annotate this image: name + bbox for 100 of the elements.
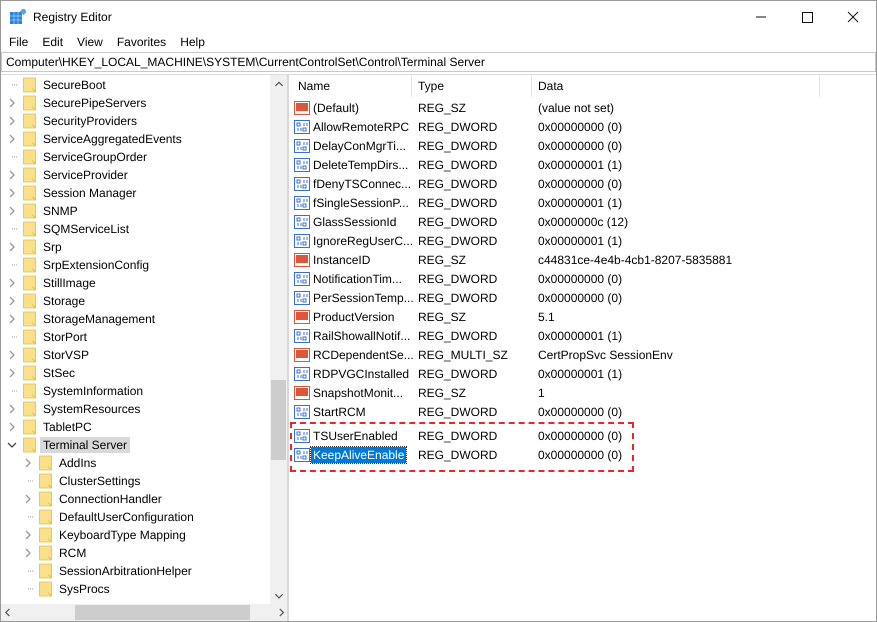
value-name[interactable]: AllowRemoteRPC — [311, 118, 412, 134]
value-name[interactable]: fSingleSessionP... — [311, 194, 411, 210]
value-data: 0x00000000 (0) — [537, 290, 622, 304]
tree-item[interactable]: TabletPC — [40, 419, 95, 435]
value-type: REG_DWORD — [417, 428, 498, 442]
value-name[interactable]: IgnoreRegUserC... — [311, 232, 416, 248]
folder-icon — [23, 293, 36, 309]
column-header[interactable]: Data — [532, 75, 820, 97]
value-data: 0x00000001 (1) — [537, 234, 622, 248]
tree-item[interactable]: StillImage — [40, 275, 99, 291]
value-data: c44831ce-4e4b-4cb1-8207-5835881 — [537, 252, 732, 266]
binary-value-icon — [294, 176, 310, 192]
tree-item[interactable]: ServiceProvider — [40, 167, 131, 183]
horizontal-scrollbar[interactable] — [1, 604, 287, 621]
tree-item[interactable]: DefaultUserConfiguration — [56, 509, 197, 525]
tree-item[interactable]: SystemResources — [40, 401, 144, 417]
value-name[interactable]: DelayConMgrTi... — [311, 138, 408, 154]
folder-icon — [39, 545, 52, 561]
tree-item[interactable]: StorageManagement — [40, 311, 158, 327]
tree-item[interactable]: Srp — [40, 239, 65, 255]
value-name[interactable]: RCDependentSe... — [311, 346, 416, 362]
folder-icon — [23, 95, 36, 111]
value-name[interactable]: fDenyTSConnec... — [311, 176, 414, 192]
tree-item[interactable]: SessionArbitrationHelper — [56, 563, 195, 579]
folder-icon — [23, 347, 36, 363]
value-type: REG_DWORD — [417, 120, 498, 134]
menu-item[interactable]: Help — [173, 34, 212, 48]
menu-item[interactable]: Favorites — [110, 34, 174, 48]
binary-value-icon — [294, 194, 310, 210]
folder-icon — [39, 581, 52, 597]
tree-item[interactable]: Session Manager — [40, 185, 140, 201]
value-name[interactable]: TSUserEnabled — [311, 428, 400, 444]
folder-icon — [23, 419, 36, 435]
tree-item[interactable]: RCM — [56, 545, 90, 561]
tree-item[interactable]: SQMServiceList — [40, 221, 132, 237]
folder-icon — [23, 383, 36, 399]
tree-item[interactable]: ClusterSettings — [56, 473, 144, 489]
folder-icon — [23, 329, 36, 345]
value-type: REG_DWORD — [417, 196, 498, 210]
value-name[interactable]: GlassSessionId — [311, 214, 398, 230]
binary-value-icon — [294, 138, 310, 154]
menu-item[interactable]: Edit — [35, 34, 70, 48]
column-header[interactable]: Type — [412, 75, 532, 97]
tree-item[interactable]: SysProcs — [56, 581, 113, 597]
value-type: REG_SZ — [417, 310, 468, 324]
folder-icon — [23, 221, 36, 237]
value-name[interactable]: (Default) — [311, 100, 362, 116]
tree-item[interactable]: ServiceGroupOrder — [40, 149, 150, 165]
scroll-thumb[interactable] — [271, 380, 286, 460]
scroll-thumb[interactable] — [75, 605, 250, 620]
tree-item[interactable]: StorPort — [40, 329, 90, 345]
registry-icon — [10, 8, 26, 24]
tree-item[interactable]: SecureBoot — [40, 77, 109, 93]
tree-item[interactable]: Storage — [40, 293, 88, 309]
value-type: REG_SZ — [417, 386, 468, 400]
value-name[interactable]: PerSessionTemp... — [311, 290, 416, 306]
tree-item[interactable]: KeyboardType Mapping — [56, 527, 189, 543]
tree-item[interactable]: ConnectionHandler — [56, 491, 165, 507]
value-name[interactable]: RailShowallNotif... — [311, 328, 412, 344]
tree-item[interactable]: AddIns — [56, 455, 100, 471]
value-name[interactable]: DeleteTempDirs... — [311, 156, 410, 172]
tree-item[interactable]: ServiceAggregatedEvents — [40, 131, 185, 147]
binary-value-icon — [294, 232, 310, 248]
tree-item[interactable]: StorVSP — [40, 347, 92, 363]
value-type: REG_DWORD — [417, 404, 498, 418]
folder-icon — [23, 239, 36, 255]
value-data: 0x00000001 (1) — [537, 366, 622, 380]
value-name[interactable]: ProductVersion — [311, 308, 396, 324]
folder-icon — [23, 167, 36, 183]
value-type: REG_SZ — [417, 252, 468, 266]
tree-item[interactable]: SecurityProviders — [40, 113, 140, 129]
tree-item[interactable]: StSec — [40, 365, 78, 381]
tree-item[interactable]: SystemInformation — [40, 383, 146, 399]
value-data: (value not set) — [537, 100, 614, 114]
value-type: REG_DWORD — [417, 138, 498, 152]
string-value-icon — [294, 308, 310, 324]
value-data: 0x00000000 (0) — [537, 138, 622, 152]
vertical-scrollbar[interactable] — [270, 75, 287, 604]
menu-item[interactable]: File — [2, 34, 36, 48]
value-type: REG_DWORD — [417, 176, 498, 190]
string-value-icon — [294, 252, 310, 268]
binary-value-icon — [294, 446, 310, 462]
value-name[interactable]: SnapshotMonit... — [311, 384, 406, 400]
column-header[interactable]: Name — [292, 75, 412, 97]
address-field[interactable]: Computer\HKEY_LOCAL_MACHINE\SYSTEM\CurrentControlSet\Control\Terminal Server — [1, 52, 876, 72]
window-title: Registry Editor — [33, 10, 112, 24]
value-type: REG_SZ — [417, 100, 468, 114]
tree-item[interactable]: SecurePipeServers — [40, 95, 150, 111]
string-value-icon — [294, 346, 310, 362]
menu-item[interactable]: View — [70, 34, 110, 48]
value-name[interactable]: NotificationTim... — [311, 270, 404, 286]
value-name[interactable]: StartRCM — [311, 404, 368, 420]
tree-item[interactable]: Terminal Server — [40, 437, 130, 453]
folder-icon — [23, 203, 36, 219]
tree-item[interactable]: SNMP — [40, 203, 81, 219]
value-name[interactable]: RDPVGCInstalled — [311, 366, 412, 382]
value-name[interactable]: InstanceID — [311, 252, 372, 268]
tree-item[interactable]: SrpExtensionConfig — [40, 257, 152, 273]
binary-value-icon — [294, 366, 310, 382]
value-name[interactable]: KeepAliveEnable — [311, 446, 406, 462]
